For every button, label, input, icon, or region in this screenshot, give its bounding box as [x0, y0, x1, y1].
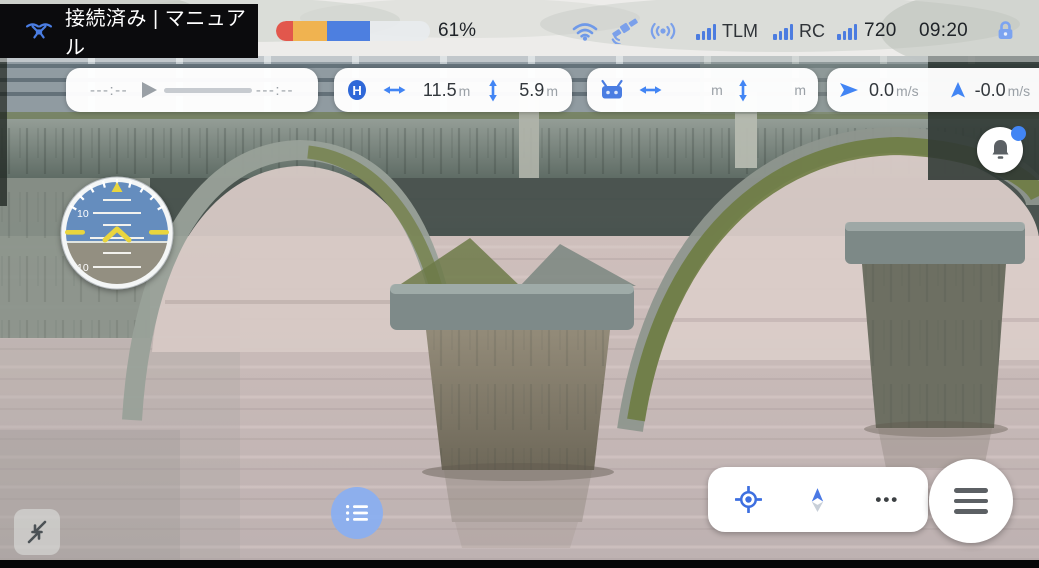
vertical-arrow-icon — [485, 79, 501, 102]
resolution-value: 720 — [864, 20, 897, 42]
battery-segment-current — [327, 21, 370, 41]
more-icon: ••• — [875, 490, 899, 510]
hamburger-icon — [954, 488, 988, 514]
clock: 09:20 — [919, 20, 968, 42]
connection-status-panel[interactable]: 接続済み | マニュアル — [0, 4, 258, 58]
rc-distance-unit: m — [711, 82, 723, 98]
satellite-icon — [610, 17, 640, 44]
radio-signal-icon — [648, 21, 678, 41]
home-altitude-value: 5.9 — [519, 80, 544, 101]
rc-altitude-unit: m — [794, 82, 806, 98]
top-status-bar: 接続済み | マニュアル 61% — [0, 0, 1039, 62]
notification-badge — [1011, 126, 1026, 141]
battery-segment-warning — [293, 21, 327, 41]
tlm-label: TLM — [722, 21, 758, 42]
menu-button[interactable] — [929, 459, 1013, 543]
video-signal-bars-icon — [837, 23, 857, 40]
playback-pill: ---:-- ---:-- — [66, 68, 318, 112]
rc-controller-icon — [599, 79, 625, 101]
playback-end-time: ---:-- — [256, 82, 294, 99]
play-icon[interactable] — [141, 81, 158, 99]
connection-status-text: 接続済み | マニュアル — [65, 2, 258, 60]
map-controls-pill: ••• — [708, 467, 928, 532]
pitch-upper-label: 10 — [77, 208, 89, 220]
locate-icon — [735, 486, 762, 513]
battery-segment-critical — [276, 21, 293, 41]
horizontal-arrow-icon — [639, 82, 662, 98]
collapse-arrows-icon — [20, 515, 54, 549]
mission-list-button[interactable] — [331, 487, 383, 539]
drone-app-screen: 接続済み | マニュアル 61% — [0, 0, 1039, 568]
playback-progress[interactable] — [164, 88, 252, 93]
compass-button[interactable] — [790, 472, 846, 528]
list-icon — [345, 503, 369, 523]
bell-icon — [989, 138, 1012, 162]
vertical-speed-value: -0.0 — [975, 80, 1006, 101]
battery-bar — [276, 21, 430, 41]
notification-bell-button[interactable] — [977, 127, 1023, 173]
horizontal-speed-unit: m/s — [896, 83, 919, 99]
more-button[interactable]: ••• — [859, 472, 915, 528]
rc-telemetry-pill: m m — [587, 68, 818, 112]
collapse-button[interactable] — [14, 509, 60, 555]
home-distance-unit: m — [459, 83, 471, 99]
speed-pill: 0.0 m/s -0.0 m/s — [827, 68, 1039, 112]
rc-signal-bars-icon — [773, 23, 793, 40]
vertical-speed-icon — [949, 81, 967, 99]
compass-needle-icon — [806, 486, 829, 513]
tlm-signal-bars-icon — [696, 23, 716, 40]
home-point-icon: H — [348, 80, 366, 100]
home-telemetry-pill: H 11.5 m 5.9 m — [334, 68, 572, 112]
vertical-speed-unit: m/s — [1008, 83, 1031, 99]
rc-label: RC — [799, 21, 825, 42]
home-altitude-unit: m — [546, 83, 558, 99]
attitude-indicator: 10 10 — [59, 175, 175, 291]
drone-icon — [24, 20, 54, 42]
wifi-icon — [572, 21, 598, 41]
playback-start-time: ---:-- — [90, 82, 128, 99]
horizontal-arrow-icon — [383, 82, 406, 98]
bottom-bar — [0, 560, 1039, 568]
locate-button[interactable] — [721, 472, 777, 528]
home-distance-value: 11.5 — [423, 80, 457, 101]
vertical-arrow-icon — [735, 79, 751, 102]
screen-lock-icon[interactable] — [996, 19, 1015, 42]
horizontal-speed-icon — [839, 81, 859, 99]
battery-percent: 61% — [438, 20, 476, 42]
horizontal-speed-value: 0.0 — [869, 80, 894, 101]
